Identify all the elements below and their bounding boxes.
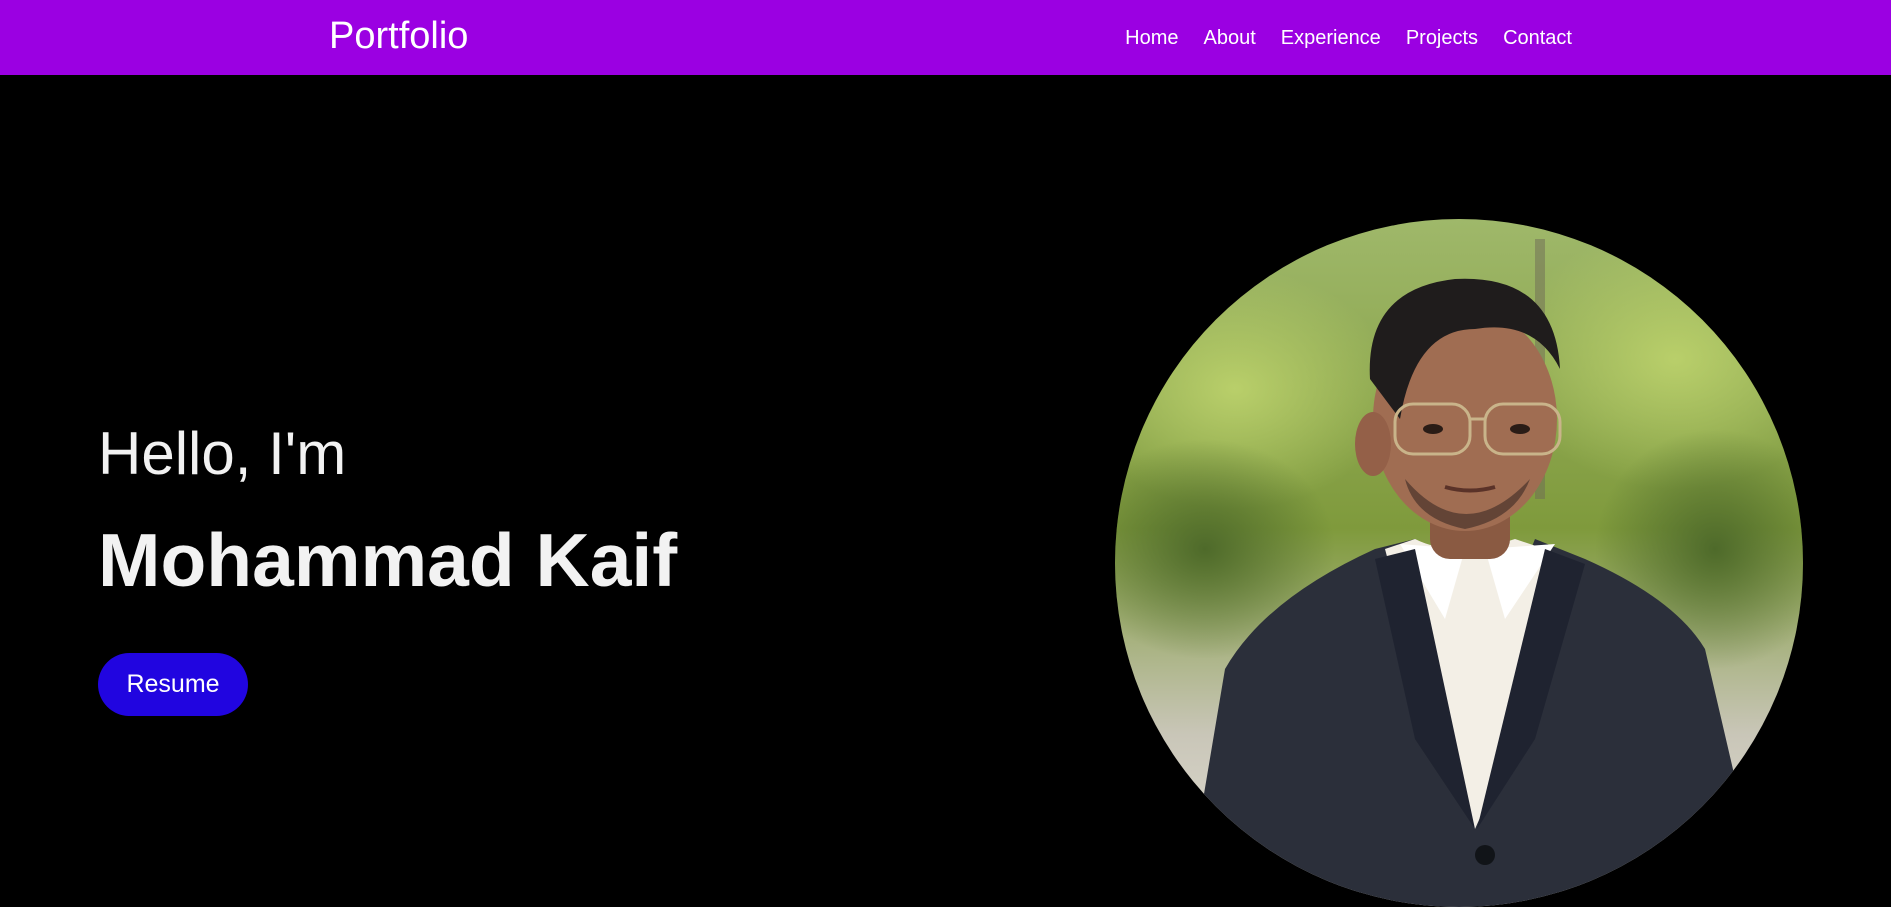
nav-link-about[interactable]: About — [1203, 26, 1255, 50]
nav-link-home[interactable]: Home — [1125, 26, 1178, 50]
nav-link-contact[interactable]: Contact — [1503, 26, 1572, 50]
resume-button[interactable]: Resume — [98, 653, 248, 716]
brand-logo-link[interactable]: Portfolio — [329, 14, 468, 58]
hero-name: Mohammad Kaif — [98, 518, 678, 602]
nav-link-projects[interactable]: Projects — [1406, 26, 1478, 50]
profile-photo — [1115, 219, 1803, 907]
navbar: Portfolio Home About Experience Projects… — [0, 0, 1891, 75]
nav-links: Home About Experience Projects Contact — [1125, 26, 1572, 50]
hero-greeting: Hello, I'm — [98, 420, 347, 487]
nav-link-experience[interactable]: Experience — [1281, 26, 1381, 50]
hero-text: Hello, I'm — [98, 418, 346, 490]
